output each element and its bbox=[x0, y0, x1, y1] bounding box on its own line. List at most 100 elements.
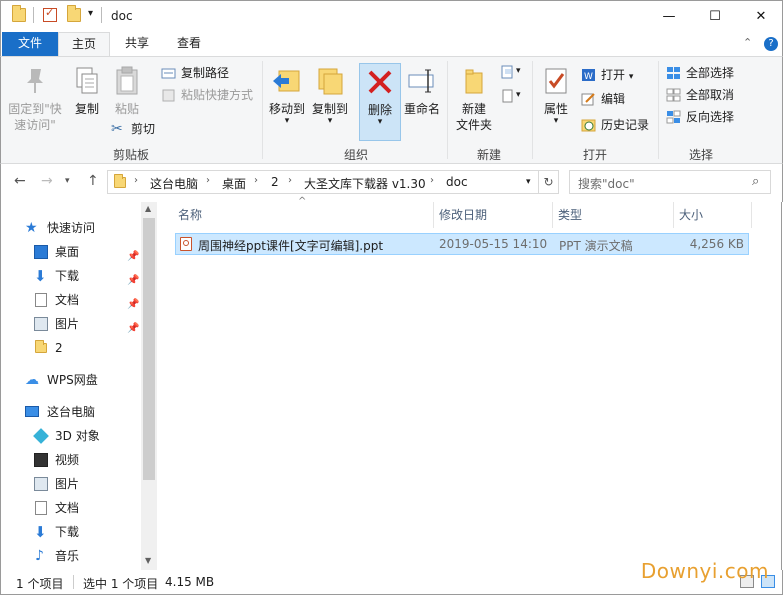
chevron-right-icon[interactable]: › bbox=[206, 175, 210, 186]
new-item-icon[interactable] bbox=[500, 65, 515, 79]
refresh-icon[interactable]: ↻ bbox=[539, 170, 559, 194]
maximize-button[interactable]: ☐ bbox=[692, 1, 738, 32]
rename-button[interactable]: 重命名 bbox=[401, 65, 443, 117]
move-to-button[interactable]: 移动到 ▾ bbox=[266, 65, 308, 126]
scrollbar-thumb[interactable] bbox=[143, 218, 155, 480]
scroll-down-icon[interactable]: ▼ bbox=[145, 556, 151, 565]
desktop-icon bbox=[34, 245, 48, 259]
rename-label: 重命名 bbox=[403, 102, 440, 116]
sort-ascending-icon: ^ bbox=[298, 196, 307, 207]
breadcrumb-desktop[interactable]: 桌面 bbox=[222, 175, 246, 192]
chevron-right-icon[interactable]: › bbox=[430, 175, 434, 186]
nav-item-documents-pc[interactable]: 文档 bbox=[34, 497, 79, 519]
properties-button[interactable]: 属性 ▾ bbox=[537, 65, 575, 126]
watermark: Downyi.com bbox=[640, 559, 769, 583]
cut-button[interactable]: ✂ 剪切 bbox=[111, 119, 155, 139]
delete-x-icon bbox=[364, 66, 396, 98]
document-icon bbox=[35, 501, 47, 515]
table-row[interactable]: 周围神经ppt课件[文字可编辑].ppt 2019-05-15 14:10 PP… bbox=[175, 233, 749, 255]
address-dropdown-icon[interactable]: ▾ bbox=[526, 177, 531, 187]
nav-quick-access[interactable]: ★ 快速访问 bbox=[25, 217, 95, 239]
move-to-icon bbox=[271, 65, 303, 97]
nav-item-downloads-pc[interactable]: ⬇ 下载 bbox=[34, 521, 79, 543]
ribbon-tabs: 文件 主页 共享 查看 ⌃ ? bbox=[0, 32, 783, 57]
column-header-name[interactable]: 名称 bbox=[178, 206, 202, 223]
tab-share[interactable]: 共享 bbox=[113, 32, 161, 56]
nav-item-pictures[interactable]: 图片 📌 bbox=[34, 313, 142, 335]
pin-quick-access-button[interactable]: 固定到"快 速访问" bbox=[5, 65, 65, 133]
edit-button[interactable]: 编辑 bbox=[581, 89, 625, 109]
copy-button[interactable]: 复制 bbox=[69, 65, 105, 117]
nav-wps-cloud[interactable]: ☁ WPS网盘 bbox=[25, 369, 98, 391]
rename-icon bbox=[406, 65, 438, 97]
easy-access-icon[interactable] bbox=[500, 89, 515, 103]
nav-item-desktop[interactable]: 桌面 📌 bbox=[34, 241, 142, 263]
select-none-button[interactable]: 全部取消 bbox=[666, 85, 734, 105]
new-folder-button[interactable]: 新建 文件夹 bbox=[453, 65, 495, 133]
nav-item-downloads[interactable]: ⬇ 下载 📌 bbox=[34, 265, 142, 287]
tab-file[interactable]: 文件 bbox=[2, 32, 58, 56]
copy-icon bbox=[71, 65, 103, 97]
nav-item-documents[interactable]: 文档 📌 bbox=[34, 289, 142, 311]
chevron-right-icon[interactable]: › bbox=[288, 175, 292, 186]
recent-locations-icon[interactable]: ▾ bbox=[65, 176, 70, 186]
column-header-date[interactable]: 修改日期 bbox=[439, 206, 487, 223]
tab-view[interactable]: 查看 bbox=[165, 32, 213, 56]
easy-access-dropdown-icon[interactable]: ▾ bbox=[516, 90, 521, 100]
up-arrow-icon[interactable]: ↑ bbox=[87, 173, 99, 189]
star-icon: ★ bbox=[25, 220, 38, 236]
nav-item-music[interactable]: ♪ 音乐 bbox=[34, 545, 79, 567]
nav-this-pc[interactable]: 这台电脑 bbox=[25, 401, 95, 423]
search-icon[interactable]: ⌕ bbox=[752, 174, 759, 189]
column-divider[interactable] bbox=[552, 202, 553, 228]
copy-path-label: 复制路径 bbox=[181, 66, 230, 80]
document-icon bbox=[35, 293, 47, 307]
address-bar[interactable]: › 这台电脑 › 桌面 › 2 › 大圣文库下载器 v1.30 › doc ▾ bbox=[107, 170, 539, 194]
help-icon[interactable]: ? bbox=[764, 37, 778, 51]
computer-icon bbox=[25, 406, 39, 417]
new-folder-quick-icon[interactable] bbox=[67, 5, 81, 22]
invert-selection-button[interactable]: 反向选择 bbox=[666, 107, 734, 127]
title-bar: ▾ doc — ☐ ✕ bbox=[0, 0, 783, 32]
copy-path-button[interactable]: 复制路径 bbox=[161, 63, 229, 83]
copy-to-label: 复制到 bbox=[311, 102, 348, 116]
nav-item-videos[interactable]: 视频 bbox=[34, 449, 79, 471]
tab-home[interactable]: 主页 bbox=[58, 32, 110, 57]
column-header-type[interactable]: 类型 bbox=[558, 206, 582, 223]
collapse-ribbon-icon[interactable]: ⌃ bbox=[743, 36, 752, 49]
back-arrow-icon[interactable]: ← bbox=[14, 173, 26, 189]
copy-to-button[interactable]: 复制到 ▾ bbox=[309, 65, 351, 126]
minimize-button[interactable]: — bbox=[646, 1, 692, 32]
chevron-right-icon[interactable]: › bbox=[254, 175, 258, 186]
paste-shortcut-button[interactable]: 粘贴快捷方式 bbox=[161, 85, 253, 105]
chevron-right-icon[interactable]: › bbox=[134, 175, 138, 186]
invert-selection-label: 反向选择 bbox=[686, 110, 735, 124]
breadcrumb-doc[interactable]: doc bbox=[446, 175, 468, 189]
open-label: 打开 bbox=[601, 68, 626, 82]
search-input[interactable]: 搜索"doc" ⌕ bbox=[569, 170, 771, 194]
close-button[interactable]: ✕ bbox=[738, 1, 783, 32]
new-item-dropdown-icon[interactable]: ▾ bbox=[516, 66, 521, 76]
scroll-up-icon[interactable]: ▲ bbox=[145, 204, 151, 213]
nav-item-folder-2[interactable]: 2 bbox=[34, 337, 63, 359]
delete-button[interactable]: 删除 ▾ bbox=[359, 63, 401, 141]
paste-button[interactable]: 粘贴 bbox=[109, 65, 145, 117]
breadcrumb-2[interactable]: 2 bbox=[271, 175, 279, 189]
nav-item-3d-objects[interactable]: 3D 对象 bbox=[33, 425, 100, 447]
download-arrow-icon: ⬇ bbox=[34, 267, 47, 285]
nav-item-pictures-pc[interactable]: 图片 bbox=[34, 473, 79, 495]
copy-to-icon bbox=[314, 65, 346, 97]
column-divider[interactable] bbox=[433, 202, 434, 228]
invert-selection-icon bbox=[666, 110, 681, 124]
select-all-button[interactable]: 全部选择 bbox=[666, 63, 734, 83]
history-button[interactable]: 历史记录 bbox=[581, 115, 649, 135]
open-button[interactable]: W 打开 ▾ bbox=[581, 65, 633, 85]
column-divider[interactable] bbox=[751, 202, 752, 228]
column-divider[interactable] bbox=[673, 202, 674, 228]
breadcrumb-this-pc[interactable]: 这台电脑 bbox=[150, 175, 198, 192]
breadcrumb-downloader[interactable]: 大圣文库下载器 v1.30 bbox=[304, 175, 426, 192]
properties-quick-icon[interactable] bbox=[43, 6, 57, 22]
forward-arrow-icon[interactable]: → bbox=[41, 173, 53, 189]
column-header-size[interactable]: 大小 bbox=[679, 206, 703, 223]
customize-quick-access-icon[interactable]: ▾ bbox=[88, 8, 93, 19]
